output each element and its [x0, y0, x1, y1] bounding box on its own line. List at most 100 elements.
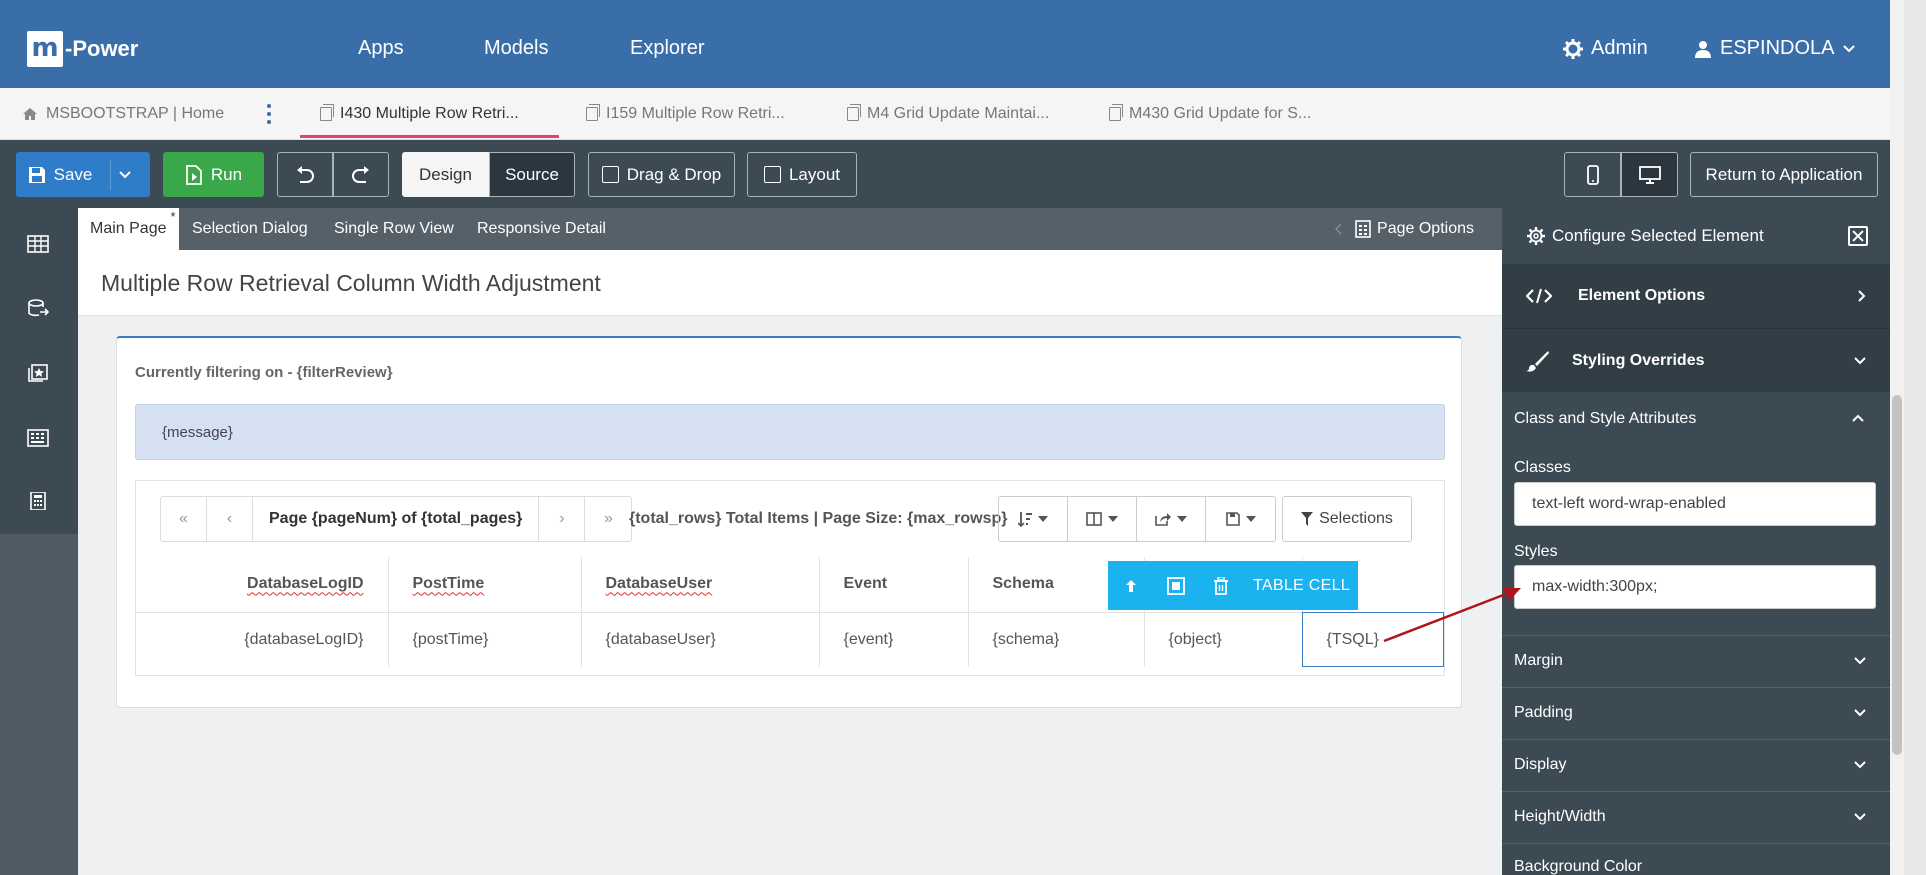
save-dropdown-chevron-icon[interactable] — [110, 159, 138, 190]
design-toggle[interactable]: Design — [402, 152, 489, 197]
caret-icon — [1038, 516, 1048, 522]
prev-page-button[interactable]: ‹ — [207, 497, 253, 541]
filter-review-text[interactable]: Currently filtering on - {filterReview} — [135, 364, 393, 381]
select-parent-button[interactable] — [1108, 561, 1153, 610]
height-width-section[interactable]: Height/Width — [1502, 791, 1890, 842]
padding-section[interactable]: Padding — [1502, 687, 1890, 738]
tab-i430[interactable]: I430 Multiple Row Retri... — [300, 88, 559, 140]
tabs-more-icon[interactable] — [266, 104, 272, 124]
left-sidebar — [0, 208, 78, 534]
selections-button[interactable]: Selections — [1282, 496, 1412, 542]
redo-icon — [352, 165, 369, 183]
cell-schema[interactable]: {schema} — [968, 612, 1145, 667]
columns-button[interactable] — [1068, 497, 1137, 541]
class-style-attributes-title[interactable]: Class and Style Attributes — [1514, 410, 1696, 428]
close-panel-icon[interactable] — [1848, 226, 1868, 246]
page-tab-single-row-view[interactable]: Single Row View — [334, 208, 454, 250]
tab-label: I159 Multiple Row Retri... — [606, 105, 785, 122]
margin-section[interactable]: Margin — [1502, 635, 1890, 686]
page-tab-main[interactable]: Main Page * — [78, 208, 179, 250]
desktop-view-button[interactable] — [1621, 152, 1678, 197]
cell-tsql-selected[interactable]: {TSQL} — [1302, 612, 1444, 667]
display-section[interactable]: Display — [1502, 739, 1890, 790]
page-options-button[interactable]: Page Options — [1335, 208, 1474, 250]
save-view-button[interactable] — [1206, 497, 1275, 541]
cell-event[interactable]: {event} — [819, 612, 969, 667]
tab-m430[interactable]: M430 Grid Update for S... — [1109, 88, 1311, 140]
sort-icon — [1018, 512, 1032, 527]
sort-button[interactable] — [999, 497, 1068, 541]
calculator-icon[interactable] — [27, 492, 49, 510]
page-title[interactable]: Multiple Row Retrieval Column Width Adju… — [101, 270, 601, 297]
arrow-up-icon — [1125, 579, 1136, 592]
classes-label: Classes — [1514, 459, 1571, 476]
cell-databaseuser[interactable]: {databaseUser} — [581, 612, 820, 667]
undo-button[interactable] — [277, 152, 333, 197]
nav-explorer[interactable]: Explorer — [630, 37, 704, 60]
save-button[interactable]: Save — [16, 152, 150, 197]
chevron-up-icon[interactable] — [1852, 414, 1864, 422]
last-page-button[interactable]: » — [585, 497, 631, 541]
keyboard-icon[interactable] — [27, 429, 49, 447]
column-header-event[interactable]: Event — [819, 557, 969, 613]
next-page-button[interactable]: › — [539, 497, 586, 541]
classes-input[interactable] — [1514, 482, 1876, 526]
layout-button[interactable]: Layout — [747, 152, 857, 197]
cell-object[interactable]: {object} — [1144, 612, 1303, 667]
table-icon[interactable] — [27, 235, 49, 253]
tab-home[interactable]: MSBOOTSTRAP | Home — [22, 88, 224, 140]
scrollbar-thumb[interactable] — [1892, 395, 1902, 755]
styling-overrides-section[interactable]: Styling Overrides — [1502, 328, 1890, 392]
chevron-left-icon — [1335, 223, 1342, 235]
return-to-application-button[interactable]: Return to Application — [1690, 152, 1878, 197]
gallery-icon[interactable] — [27, 364, 49, 382]
mobile-view-button[interactable] — [1564, 152, 1621, 197]
admin-menu[interactable]: Admin — [1563, 37, 1648, 60]
caret-icon — [1245, 516, 1256, 522]
window-edge — [1904, 0, 1926, 875]
drag-drop-button[interactable]: Drag & Drop — [588, 152, 735, 197]
delete-element-button[interactable] — [1198, 561, 1243, 610]
page-label: Page {pageNum} of {total_pages} — [253, 497, 540, 541]
column-header-databaseuser[interactable]: DatabaseUser — [581, 557, 820, 613]
source-toggle[interactable]: Source — [489, 152, 575, 197]
user-menu[interactable]: ESPINDOLA — [1694, 37, 1856, 60]
square-icon — [1166, 576, 1185, 595]
tab-m4[interactable]: M4 Grid Update Maintai... — [847, 88, 1049, 140]
page-tabs: Main Page * Selection Dialog Single Row V… — [78, 208, 1502, 250]
unsaved-marker: * — [170, 209, 176, 224]
first-page-button[interactable]: « — [161, 497, 207, 541]
database-export-icon[interactable] — [27, 299, 49, 317]
margin-label: Margin — [1514, 652, 1563, 669]
floppy-icon — [1225, 512, 1240, 526]
export-button[interactable] — [1137, 497, 1206, 541]
chevron-down-icon — [1854, 356, 1866, 364]
tab-label: I430 Multiple Row Retri... — [340, 105, 519, 122]
nav-apps[interactable]: Apps — [358, 37, 404, 60]
page-tab-responsive-detail[interactable]: Responsive Detail — [477, 208, 606, 250]
cell-posttime[interactable]: {postTime} — [388, 612, 582, 667]
column-header-posttime[interactable]: PostTime — [388, 557, 582, 613]
page-tab-main-label: Main Page — [90, 220, 167, 237]
drag-drop-label: Drag & Drop — [626, 164, 722, 184]
column-header-databaselogid[interactable]: DatabaseLogID — [136, 557, 389, 613]
element-options-section[interactable]: Element Options — [1502, 264, 1890, 328]
cell-databaselogid[interactable]: {databaseLogID} — [136, 612, 389, 667]
code-icon — [1526, 288, 1552, 304]
select-element-button[interactable] — [1153, 561, 1198, 610]
chevron-right-icon — [1858, 290, 1866, 302]
table-row: {databaseLogID} {postTime} {databaseUser… — [136, 612, 1444, 667]
styles-input[interactable] — [1514, 565, 1876, 609]
content-card[interactable]: Currently filtering on - {filterReview} … — [116, 336, 1462, 708]
mpower-logo[interactable]: m -Power — [27, 31, 138, 67]
redo-button[interactable] — [333, 152, 389, 197]
page-options-icon — [1355, 220, 1371, 238]
chevron-down-icon — [1854, 709, 1866, 717]
background-color-section[interactable]: Background Color — [1502, 843, 1890, 875]
nav-models[interactable]: Models — [484, 37, 548, 60]
tab-i159[interactable]: I159 Multiple Row Retri... — [586, 88, 785, 140]
page-tab-selection-dialog[interactable]: Selection Dialog — [192, 208, 308, 250]
gear-icon — [1563, 38, 1583, 59]
message-alert[interactable]: {message} — [135, 404, 1445, 460]
run-button[interactable]: Run — [163, 152, 264, 197]
